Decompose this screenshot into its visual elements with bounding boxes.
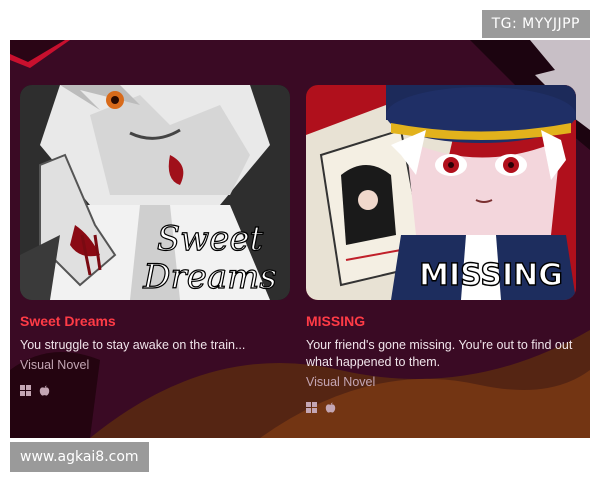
apple-icon <box>325 400 336 413</box>
windows-icon <box>306 400 317 413</box>
thumbnail-title-line2: Dreams <box>142 257 277 297</box>
game-thumbnail-sweet-dreams[interactable]: Sweet Dreams <box>20 85 290 300</box>
game-genre: Visual Novel <box>20 358 90 372</box>
thumbnail-title-line1: Sweet <box>157 219 264 259</box>
game-card-sweet-dreams[interactable]: Sweet Dreams Sweet Dreams You struggle t… <box>20 85 290 396</box>
watermark-bottom: www.agkai8.com <box>10 442 149 472</box>
game-description: Your friend's gone missing. You're out t… <box>306 338 573 369</box>
thumbnail-title: MISSING <box>419 258 563 293</box>
platform-list <box>20 383 290 396</box>
game-title[interactable]: MISSING <box>306 312 576 330</box>
game-title[interactable]: Sweet Dreams <box>20 312 290 330</box>
game-genre: Visual Novel <box>306 375 376 389</box>
watermark-top: TG: MYYJJPP <box>481 10 590 38</box>
game-card-missing[interactable]: MISSING MISSING Your friend's gone missi… <box>306 85 576 413</box>
apple-icon <box>39 383 50 396</box>
game-listing-panel: Sweet Dreams Sweet Dreams You struggle t… <box>10 40 590 438</box>
windows-icon <box>20 383 31 396</box>
game-description: You struggle to stay awake on the train.… <box>20 338 246 352</box>
game-thumbnail-missing[interactable]: MISSING <box>306 85 576 300</box>
platform-list <box>306 400 576 413</box>
